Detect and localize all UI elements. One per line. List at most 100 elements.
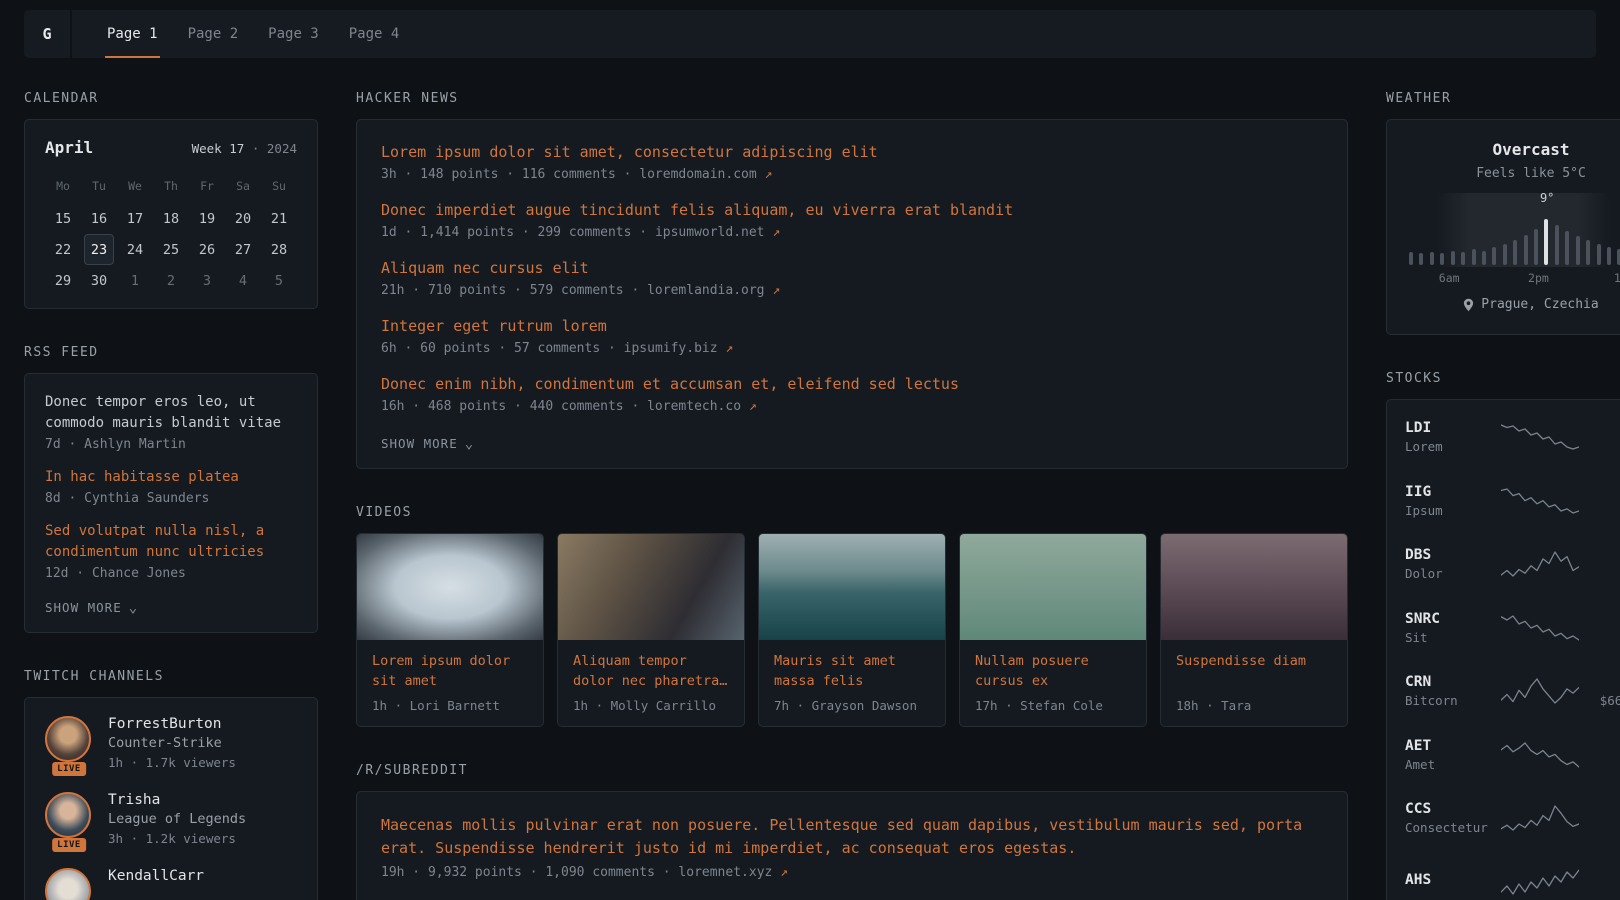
external-link-icon: ↗ — [772, 225, 780, 240]
widget-title-twitch: TWITCH CHANNELS — [24, 669, 318, 684]
tab-page-3[interactable]: Page 3 — [253, 10, 334, 58]
stock-row[interactable]: SNRC Sit +1.36% $148.64 — [1405, 596, 1620, 660]
widget-title-calendar: CALENDAR — [24, 91, 318, 106]
reddit-post-link[interactable]: Maecenas mollis pulvinar erat non posuer… — [381, 814, 1323, 860]
chevron-down-icon: ⌄ — [129, 603, 138, 613]
video-title-link[interactable]: Lorem ipsum dolor sit amet consectetu… — [357, 640, 543, 691]
channel-name[interactable]: ForrestBurton — [108, 716, 236, 732]
news-item-meta: 21h · 710 points · 579 comments · loreml… — [381, 283, 1323, 298]
news-domain-link[interactable]: ipsumworld.net — [655, 225, 765, 240]
rss-show-more-button[interactable]: SHOW MORE ⌄ — [45, 600, 138, 615]
news-item: Aliquam nec cursus elit 21h · 710 points… — [381, 258, 1323, 298]
rss-card: Donec tempor eros leo, ut commodo mauris… — [24, 373, 318, 633]
stock-row[interactable]: AET Amet +0.92% $499.72 — [1405, 723, 1620, 787]
rss-item-meta: 8d · Cynthia Saunders — [45, 491, 297, 506]
news-item-link[interactable]: Integer eget rutrum lorem — [381, 316, 1323, 336]
calendar-dow: Th — [153, 171, 189, 203]
weather-widget: WEATHER Overcast Feels like 5°C 9° 6am 2… — [1386, 91, 1620, 335]
tab-page-2[interactable]: Page 2 — [173, 10, 254, 58]
time-label: 6am — [1439, 271, 1460, 285]
calendar-month: April — [45, 138, 93, 157]
stock-row[interactable]: LDI Lorem +4.35% $795.18 — [1405, 406, 1620, 470]
calendar-day: 21 — [264, 203, 294, 234]
calendar-day: 26 — [192, 234, 222, 265]
calendar-day: 19 — [192, 203, 222, 234]
stock-row[interactable]: AHS +0.46% — [1405, 850, 1620, 900]
calendar-day: 2 — [156, 265, 186, 296]
video-card[interactable]: Nullam posuere cursus ex 17h · Stefan Co… — [959, 533, 1147, 727]
calendar-week: Week 17 — [192, 141, 245, 156]
stock-id: AET Amet — [1405, 738, 1493, 772]
twitch-channel-row[interactable]: LIVE ForrestBurton Counter-Strike 1h · 1… — [45, 716, 297, 770]
rss-item-link[interactable]: Sed volutpat nulla nisl, a condimentum n… — [45, 521, 297, 563]
news-meta-text: 21h · 710 points · 579 comments · — [381, 283, 639, 298]
channel-game: League of Legends — [108, 811, 246, 827]
stock-row[interactable]: CCS Consectetur +0.51% $165.84 — [1405, 787, 1620, 851]
news-item-link[interactable]: Donec imperdiet augue tincidunt felis al… — [381, 200, 1323, 220]
video-title-link[interactable]: Suspendisse diam — [1161, 640, 1347, 691]
time-label: 2pm — [1528, 271, 1549, 285]
news-item-link[interactable]: Aliquam nec cursus elit — [381, 258, 1323, 278]
calendar-day: 22 — [48, 234, 78, 265]
weather-hour-bar — [1503, 244, 1507, 265]
news-domain-link[interactable]: ipsumify.biz — [624, 341, 718, 356]
widget-title-hackernews: HACKER NEWS — [356, 91, 1348, 106]
video-title-link[interactable]: Mauris sit amet massa felis — [759, 640, 945, 691]
video-card[interactable]: Lorem ipsum dolor sit amet consectetu… 1… — [356, 533, 544, 727]
rss-item-link[interactable]: Donec tempor eros leo, ut commodo mauris… — [45, 392, 297, 434]
video-title-link[interactable]: Aliquam tempor dolor nec pharetra… — [558, 640, 744, 691]
stock-symbol: CRN — [1405, 674, 1493, 690]
video-card[interactable]: Aliquam tempor dolor nec pharetra… 1h · … — [557, 533, 745, 727]
stock-id: CRN Bitcorn — [1405, 674, 1493, 708]
calendar-dow: Su — [261, 171, 297, 203]
news-domain-link[interactable]: loremtech.co — [647, 399, 741, 414]
weather-location: Prague, Czechia — [1463, 297, 1598, 312]
news-meta-text: 3h · 148 points · 116 comments · — [381, 167, 631, 182]
calendar-day: 3 — [192, 265, 222, 296]
weather-hour-bar — [1576, 236, 1580, 265]
hackernews-show-more-button[interactable]: SHOW MORE ⌄ — [381, 436, 474, 451]
stock-values: +1.42% $156.28 — [1587, 547, 1620, 581]
video-title-link[interactable]: Nullam posuere cursus ex — [960, 640, 1146, 691]
stock-symbol: LDI — [1405, 420, 1493, 436]
stock-price: $156.28 — [1587, 566, 1620, 581]
calendar-day-today: 23 — [84, 234, 114, 265]
news-domain-link[interactable]: loremdomain.com — [639, 167, 756, 182]
tab-page-1[interactable]: Page 1 — [92, 10, 173, 58]
reddit-domain-link[interactable]: loremnet.xyz — [678, 865, 772, 880]
video-card[interactable]: Suspendisse diam 18h · Tara — [1160, 533, 1348, 727]
video-meta: 18h · Tara — [1161, 691, 1347, 726]
calendar-year: 2024 — [267, 141, 297, 156]
external-link-icon: ↗ — [725, 341, 733, 356]
calendar-dow: Tu — [81, 171, 117, 203]
app-logo[interactable]: G — [24, 10, 72, 58]
calendar-day: 1 — [120, 265, 150, 296]
stock-row[interactable]: IIG Ipsum +2.84% $42.04 — [1405, 469, 1620, 533]
stock-sparkline — [1501, 740, 1579, 770]
tab-page-4[interactable]: Page 4 — [334, 10, 415, 58]
video-card[interactable]: Mauris sit amet massa felis 7h · Grayson… — [758, 533, 946, 727]
twitch-channel-row[interactable]: KendallCarr — [45, 868, 297, 900]
news-item-link[interactable]: Donec enim nibh, condimentum et accumsan… — [381, 374, 1323, 394]
avatar — [45, 716, 91, 762]
stock-id: LDI Lorem — [1405, 420, 1493, 454]
weather-hour-bar — [1534, 229, 1538, 265]
stock-values: +1.36% $148.64 — [1587, 611, 1620, 645]
stock-id: IIG Ipsum — [1405, 484, 1493, 518]
rss-item-link[interactable]: In hac habitasse platea — [45, 467, 297, 488]
twitch-channel-row[interactable]: LIVE Trisha League of Legends 3h · 1.2k … — [45, 792, 297, 846]
news-item-link[interactable]: Lorem ipsum dolor sit amet, consectetur … — [381, 142, 1323, 162]
channel-name[interactable]: KendallCarr — [108, 868, 204, 884]
weather-hour-bar — [1524, 235, 1528, 265]
middle-column: HACKER NEWS Lorem ipsum dolor sit amet, … — [356, 91, 1348, 900]
weather-hour-bar — [1472, 249, 1476, 265]
news-domain-link[interactable]: loremlandia.org — [647, 283, 764, 298]
stock-row[interactable]: CRN Bitcorn -1.00% $66,171.48 — [1405, 660, 1620, 724]
chevron-down-icon: ⌄ — [465, 439, 474, 449]
channel-info: Trisha League of Legends 3h · 1.2k viewe… — [108, 792, 246, 846]
video-meta: 7h · Grayson Dawson — [759, 691, 945, 726]
stock-row[interactable]: DBS Dolor +1.42% $156.28 — [1405, 533, 1620, 597]
stock-sparkline — [1501, 549, 1579, 579]
channel-name[interactable]: Trisha — [108, 792, 246, 808]
weather-hourly-chart: 9° 6am 2pm 10pm — [1407, 193, 1620, 285]
